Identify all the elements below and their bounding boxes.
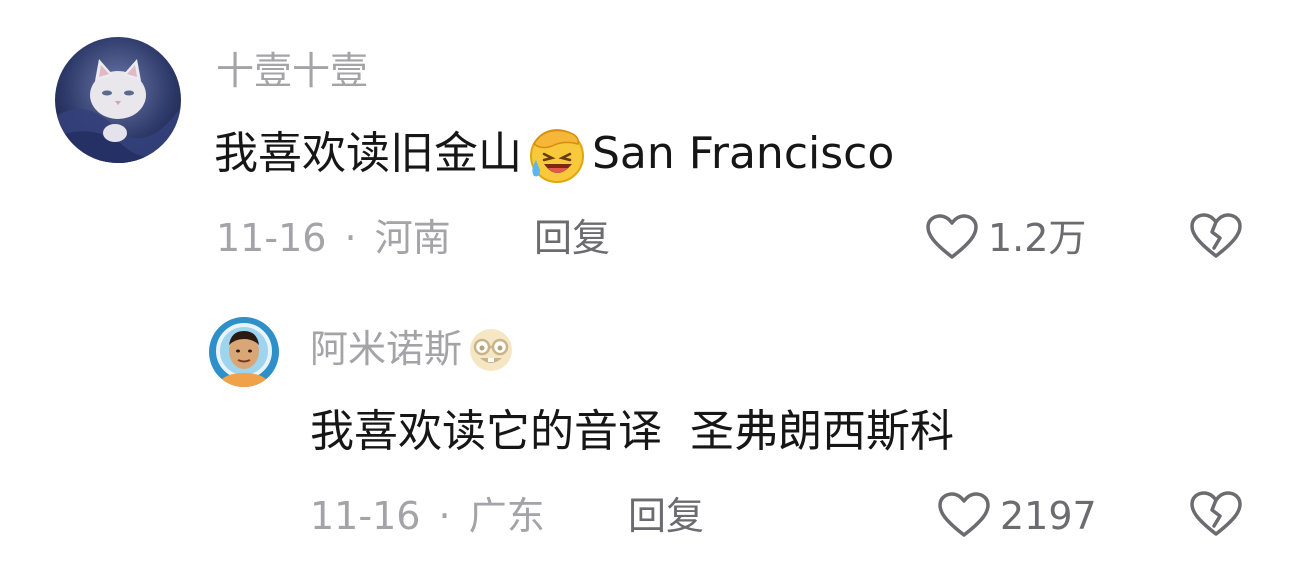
username[interactable]: 阿米诺斯 bbox=[310, 322, 518, 376]
dislike-button[interactable] bbox=[1188, 490, 1244, 540]
broken-heart-icon bbox=[1190, 491, 1242, 536]
like-button[interactable]: 1.2万 bbox=[924, 210, 1086, 266]
comment-location: 河南 bbox=[374, 216, 451, 260]
meta-separator: · bbox=[344, 216, 357, 260]
like-count: 1.2万 bbox=[988, 216, 1087, 260]
comment-text-part: 我喜欢读旧金山 bbox=[214, 128, 522, 179]
avatar[interactable] bbox=[55, 37, 181, 163]
comment-text-part: San Francisco bbox=[592, 128, 895, 179]
like-button[interactable]: 2197 bbox=[936, 488, 1097, 544]
comment-meta: 11-16 · 广东 bbox=[310, 488, 545, 544]
avatar[interactable] bbox=[209, 317, 279, 387]
dislike-button[interactable] bbox=[1188, 212, 1244, 262]
comment-date: 11-16 bbox=[310, 494, 421, 538]
reply-button[interactable]: 回复 bbox=[534, 210, 610, 266]
comment-date: 11-16 bbox=[216, 216, 327, 260]
like-count: 2197 bbox=[1000, 494, 1097, 538]
astronaut-avatar-image bbox=[209, 317, 279, 387]
meta-separator: · bbox=[438, 494, 451, 538]
comment-location: 广东 bbox=[468, 494, 545, 538]
comment-text: 我喜欢读旧金山 San Francisco bbox=[214, 124, 894, 184]
cat-avatar-image bbox=[55, 37, 181, 163]
comment-text: 我喜欢读它的音译 圣弗朗西斯科 bbox=[310, 406, 954, 457]
username-text: 阿米诺斯 bbox=[310, 327, 463, 371]
heart-outline-icon bbox=[924, 213, 980, 263]
comment-meta: 11-16 · 河南 bbox=[216, 210, 451, 266]
reply-button[interactable]: 回复 bbox=[628, 488, 704, 544]
username[interactable]: 十壹十壹 bbox=[216, 44, 368, 98]
laughing-crying-face-icon bbox=[524, 124, 590, 184]
heart-outline-icon bbox=[936, 491, 992, 541]
broken-heart-icon bbox=[1190, 213, 1242, 258]
nerd-face-icon bbox=[464, 322, 518, 376]
